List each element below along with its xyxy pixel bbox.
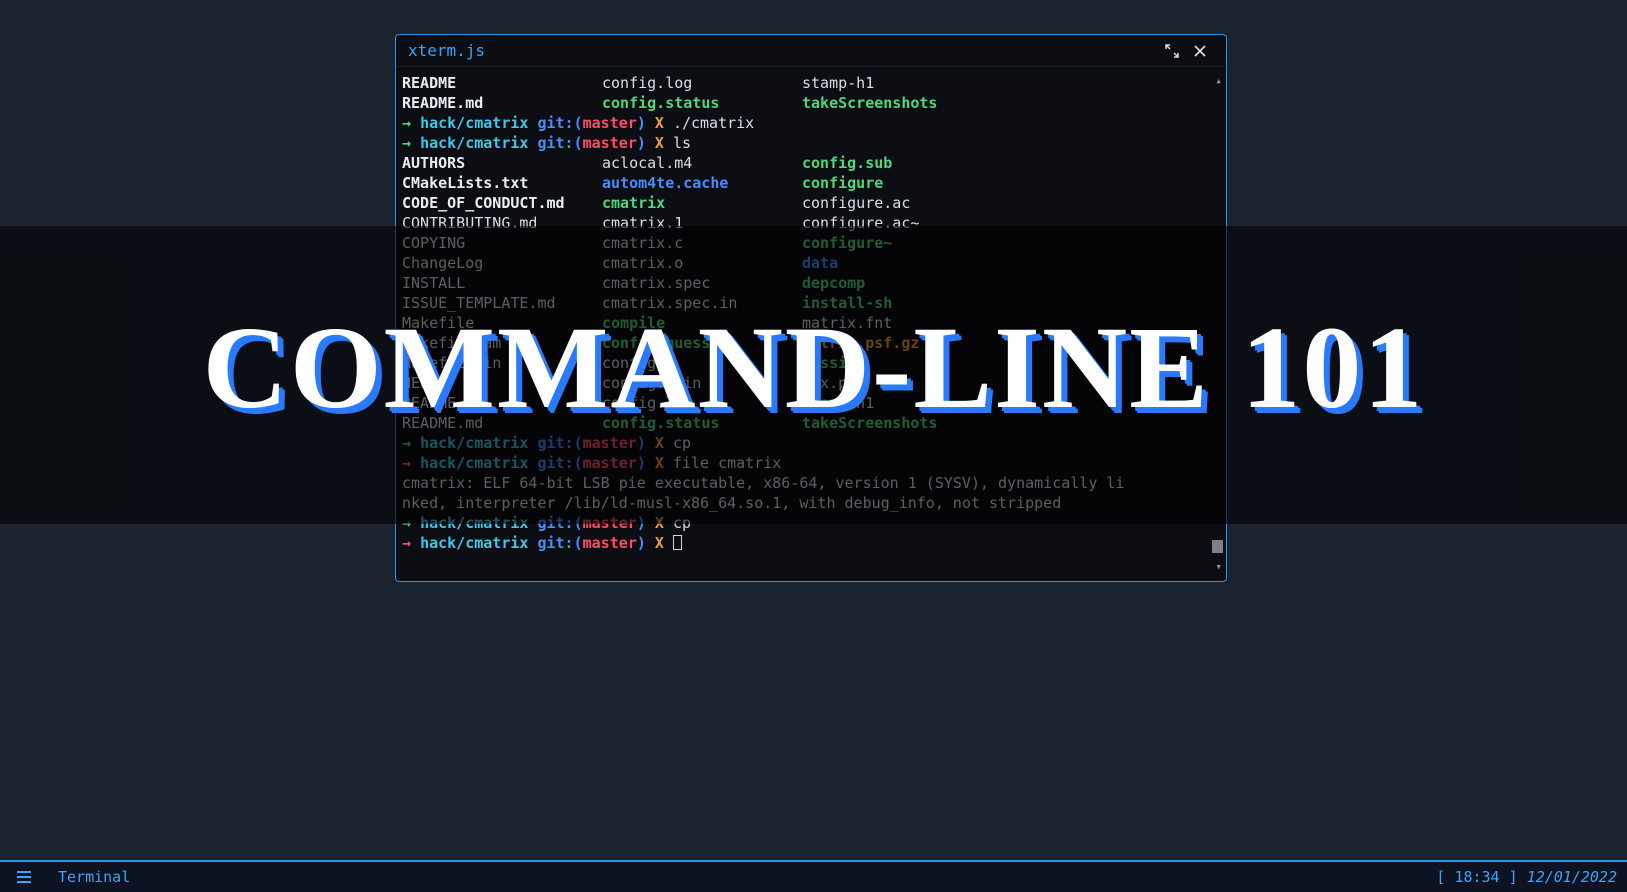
close-icon[interactable] (1186, 37, 1214, 65)
terminal-line: README.mdconfig.statustakeScreenshots (402, 93, 1216, 113)
terminal-line: AUTHORSaclocal.m4config.sub (402, 153, 1216, 173)
terminal-line: CMakeLists.txtautom4te.cacheconfigure (402, 173, 1216, 193)
terminal-line: → hack/cmatrix git:(master) X (402, 533, 1216, 553)
overlay-title: COMMAND-LINE 101 (0, 300, 1627, 436)
clock-date: 12/01/2022 (1527, 868, 1617, 886)
cursor (673, 535, 682, 550)
window-title: xterm.js (408, 41, 1158, 60)
scrollbar-thumb[interactable] (1212, 540, 1223, 553)
terminal-line: CODE_OF_CONDUCT.mdcmatrixconfigure.ac (402, 193, 1216, 213)
clock-time: 18:34 (1454, 868, 1499, 886)
terminal-line: READMEconfig.logstamp-h1 (402, 73, 1216, 93)
taskbar: Terminal [ 18:34 ] 12/01/2022 (0, 860, 1627, 892)
fullscreen-icon[interactable] (1158, 37, 1186, 65)
terminal-line: → hack/cmatrix git:(master) X ls (402, 133, 1216, 153)
scroll-down-icon[interactable]: ▾ (1215, 557, 1222, 577)
scroll-up-icon[interactable]: ▴ (1215, 71, 1222, 91)
terminal-line: → hack/cmatrix git:(master) X ./cmatrix (402, 113, 1216, 133)
menu-icon[interactable] (10, 870, 38, 884)
taskbar-clock: [ 18:34 ] 12/01/2022 (1436, 868, 1617, 886)
taskbar-app[interactable]: Terminal (58, 868, 130, 886)
titlebar[interactable]: xterm.js (396, 35, 1226, 67)
